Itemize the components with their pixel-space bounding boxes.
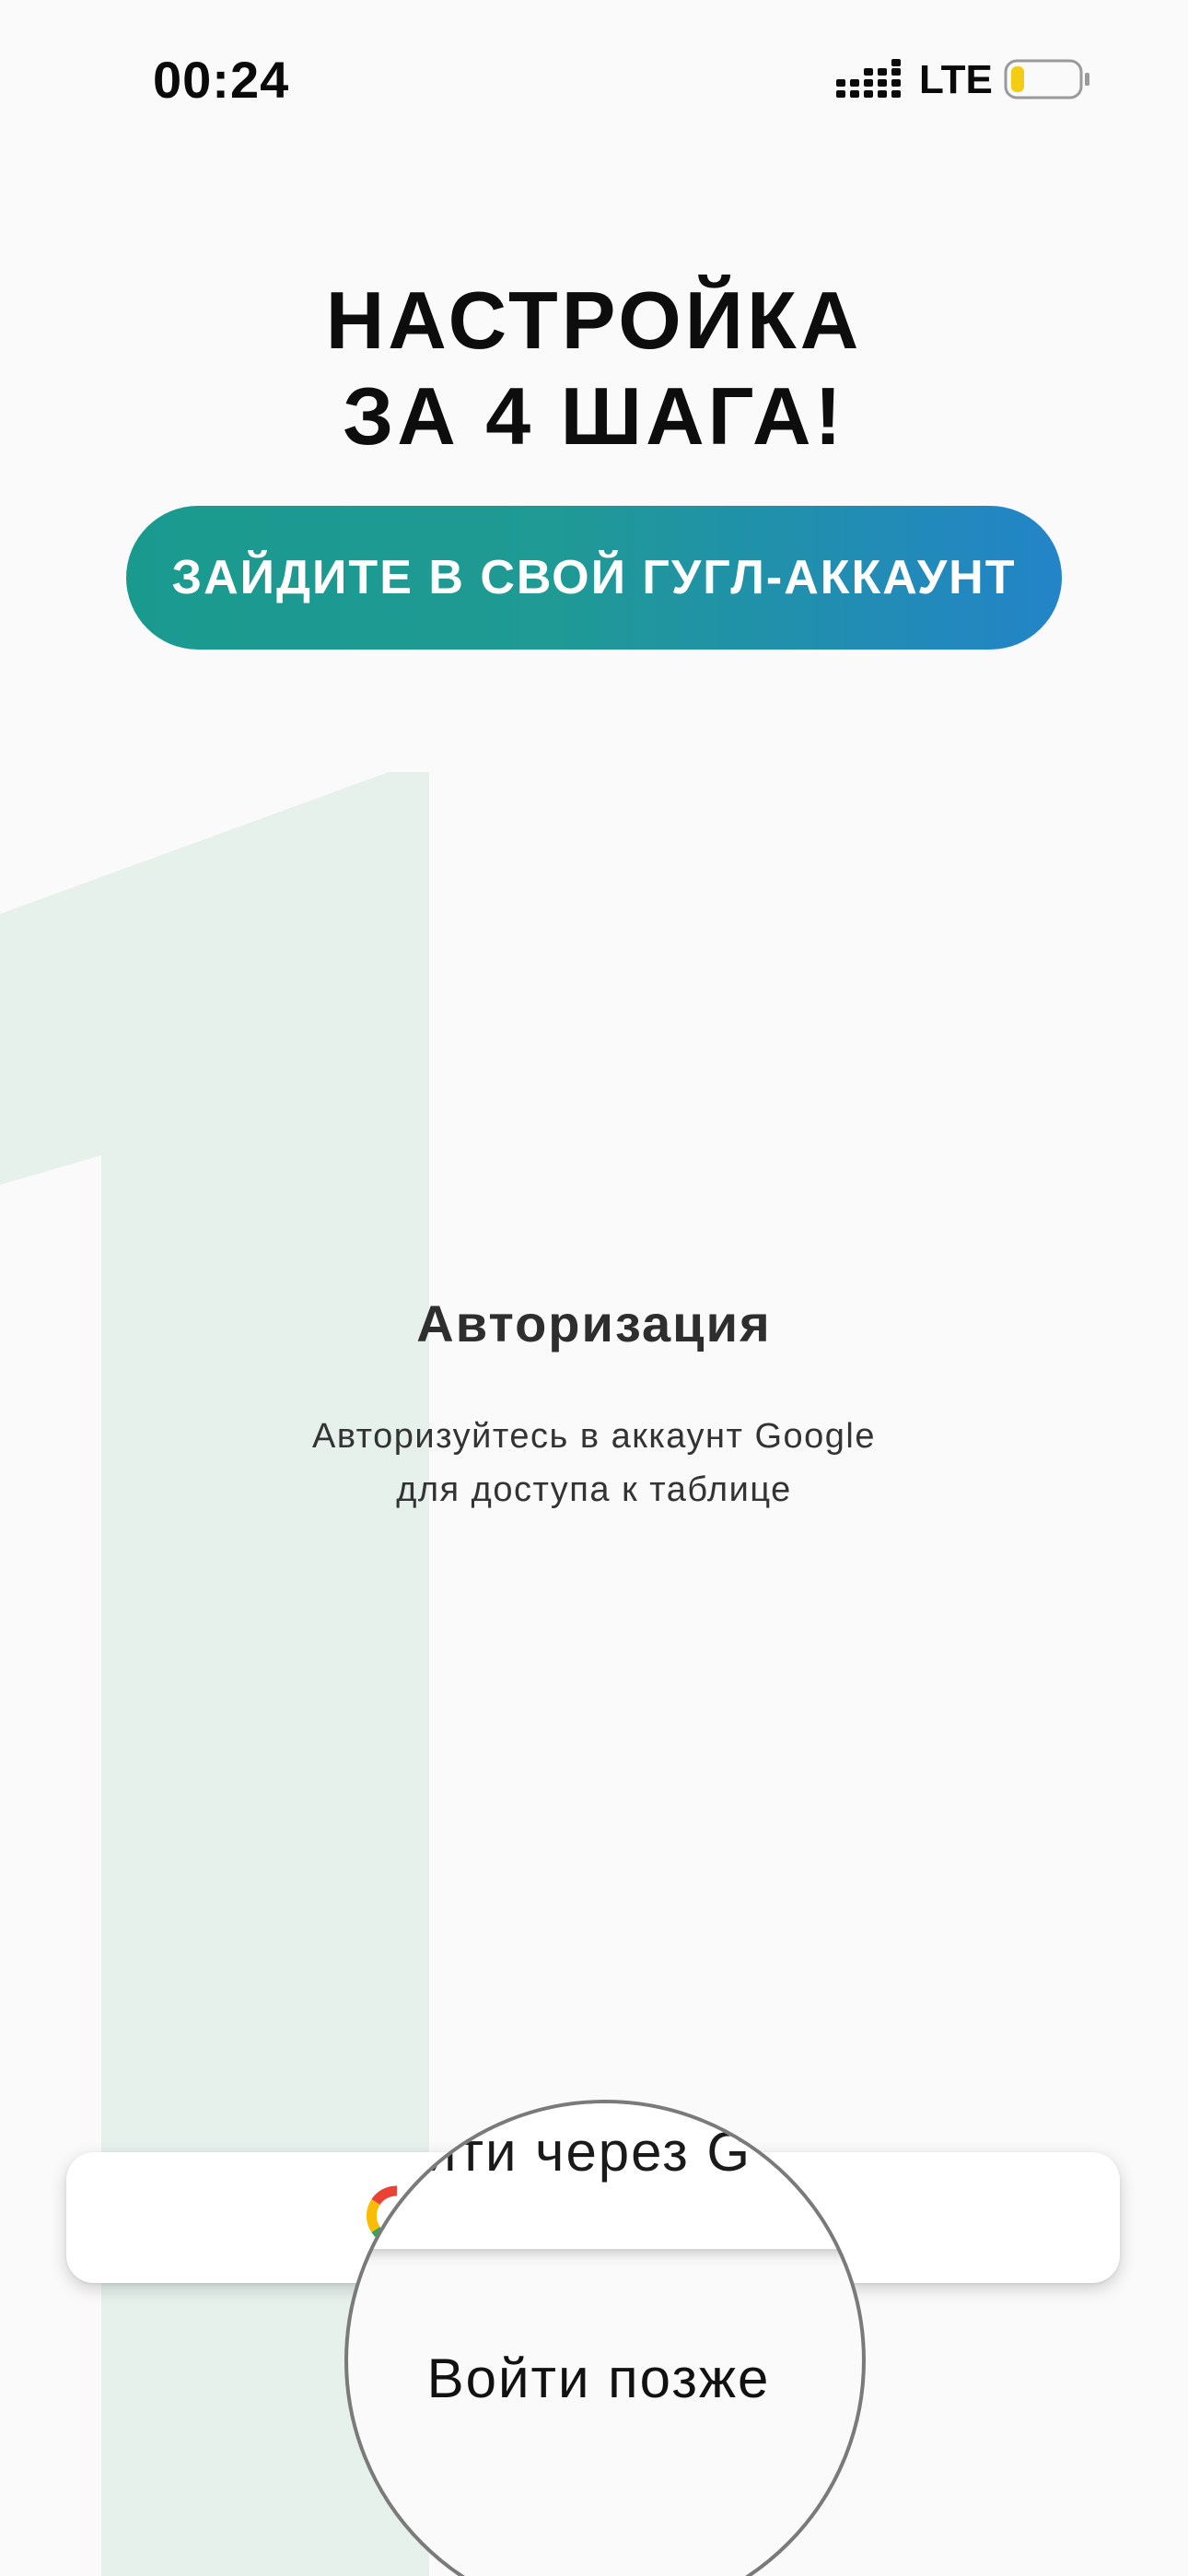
page-title-line-1: НАСТРОЙКА [325, 275, 863, 366]
section-description-line-1: Авторизуйтесь в аккаунт Google [311, 1417, 876, 1456]
section-heading: Авторизация [416, 1294, 772, 1352]
network-type-label: LTE [919, 57, 993, 102]
step-title-pill: ЗАЙДИТЕ В СВОЙ ГУГЛ-АККАУНТ [126, 506, 1062, 650]
battery-fill [1011, 66, 1024, 92]
page-title: НАСТРОЙКА ЗА 4 ШАГА! [0, 273, 1188, 464]
page-title-line-2: ЗА 4 ШАГА! [343, 370, 845, 462]
section-description-line-2: для доступа к таблице [396, 1470, 792, 1509]
google-signin-label: йти через G [425, 2121, 752, 2183]
magnified-google-button[interactable]: йти через G [348, 2103, 862, 2249]
battery-low-icon [1004, 59, 1089, 100]
sign-in-later-button[interactable]: Войти позже [348, 2347, 862, 2410]
signal-bars-icon [836, 59, 901, 98]
app-screen: 00:24 LTE НАСТРОЙКА ЗА 4 ШАГА! ЗАЙДИТЕ В… [0, 0, 1188, 2576]
status-bar: 00:24 LTE [0, 0, 1188, 138]
status-time: 00:24 [153, 51, 290, 109]
magnifier-overlay: йти через G Войти позже [344, 2100, 866, 2576]
section-description: Авторизуйтесь в аккаунт Google для досту… [0, 1410, 1188, 1516]
step-title-label: ЗАЙДИТЕ В СВОЙ ГУГЛ-АККАУНТ [171, 551, 1017, 604]
